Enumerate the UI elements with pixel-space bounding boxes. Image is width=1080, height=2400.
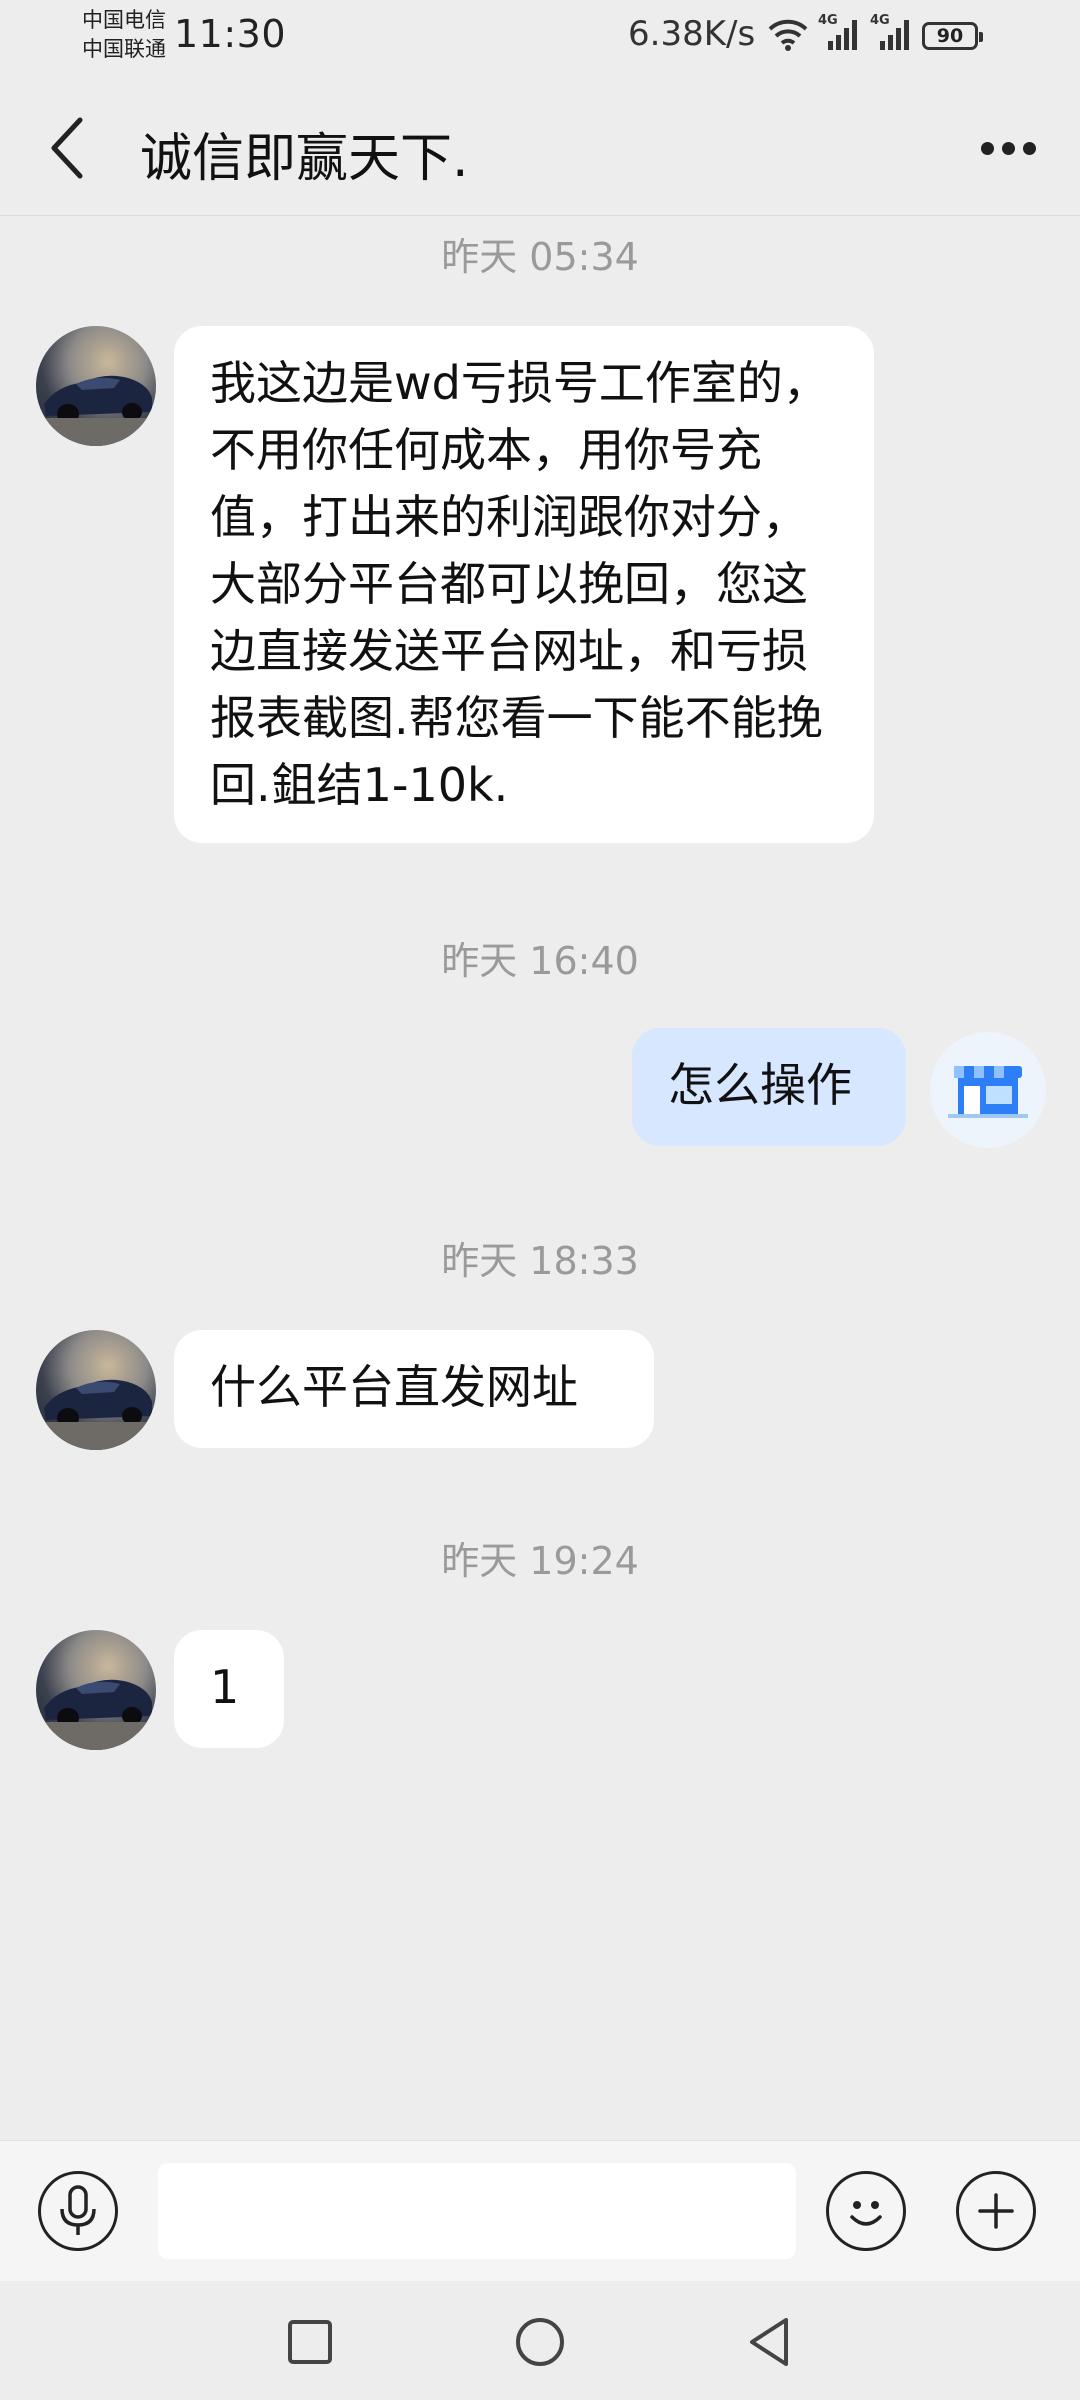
home-circle-icon <box>516 2318 564 2366</box>
more-options-button[interactable] <box>968 118 1048 178</box>
network-type-label: 4G <box>818 13 838 28</box>
message-bubble-outgoing[interactable]: 怎么操作 <box>632 1028 906 1146</box>
message-timestamp: 昨天 05:34 <box>441 235 639 279</box>
contact-avatar[interactable] <box>36 1630 156 1750</box>
chat-title: 诚信即赢天下. <box>140 129 469 189</box>
carrier-2: 中国联通 <box>82 37 166 61</box>
voice-button[interactable] <box>38 2171 118 2251</box>
status-bar: 中国电信 中国联通 11:30 6.38K/s 4G 4G 90 <box>0 0 1080 78</box>
more-dots-icon <box>980 141 994 155</box>
carrier-1: 中国电信 <box>82 8 166 32</box>
message-timestamp: 昨天 16:40 <box>441 939 639 983</box>
car-avatar-image <box>36 1679 156 1750</box>
message-bubble-incoming[interactable]: 什么平台直发网址 <box>174 1330 654 1448</box>
message-timestamp: 昨天 18:33 <box>441 1239 639 1283</box>
contact-avatar[interactable] <box>36 1330 156 1450</box>
self-avatar[interactable] <box>930 1032 1046 1148</box>
recents-square-icon <box>288 2320 332 2364</box>
network-type-label: 4G <box>870 13 890 28</box>
battery-icon: 90 <box>922 22 983 50</box>
input-bar <box>0 2140 1080 2281</box>
recents-button[interactable] <box>278 2310 342 2374</box>
status-time: 11:30 <box>174 12 287 56</box>
battery-level: 90 <box>936 25 964 47</box>
network-speed: 6.38K/s <box>628 14 756 54</box>
home-button[interactable] <box>508 2310 572 2374</box>
emoji-button[interactable] <box>826 2171 906 2251</box>
system-navigation-bar <box>0 2282 1080 2400</box>
signal-icon: 4G <box>870 13 912 55</box>
microphone-icon <box>60 2185 96 2235</box>
car-avatar-image <box>36 1379 156 1450</box>
signal-icon: 4G <box>818 13 860 55</box>
system-back-button[interactable] <box>738 2310 802 2374</box>
back-button[interactable] <box>40 108 100 188</box>
store-icon <box>948 1066 1028 1118</box>
message-timestamp: 昨天 19:24 <box>441 1539 639 1583</box>
carrier-names: 中国电信 中国联通 <box>82 6 166 64</box>
more-functions-button[interactable] <box>956 2171 1036 2251</box>
emoji-icon <box>850 2201 882 2226</box>
wifi-icon <box>768 17 808 55</box>
plus-icon <box>978 2193 1014 2229</box>
back-chevron-icon <box>51 117 83 179</box>
message-bubble-incoming[interactable]: 1 <box>174 1630 284 1748</box>
message-input[interactable] <box>158 2163 796 2259</box>
chat-header: 诚信即赢天下. <box>0 78 1080 216</box>
message-bubble-incoming[interactable]: 我这边是wd亏损号工作室的，不用你任何成本，用你号充值，打出来的利润跟你对分，大… <box>174 326 874 843</box>
back-triangle-icon <box>750 2318 788 2366</box>
contact-avatar[interactable] <box>36 326 156 446</box>
header-divider <box>0 215 1080 216</box>
car-avatar-image <box>36 375 156 446</box>
